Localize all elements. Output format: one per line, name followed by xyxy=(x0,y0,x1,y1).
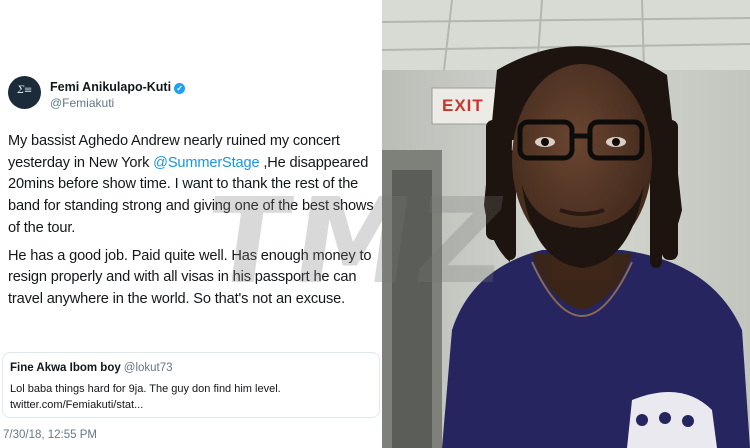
photo: EXIT xyxy=(382,0,750,448)
tweet-paragraph: My bassist Aghedo Andrew nearly ruined m… xyxy=(8,131,380,240)
quoted-author-name: Fine Akwa Ibom boy xyxy=(10,362,121,374)
display-name[interactable]: Femi Anikulapo-Kuti ✓ xyxy=(50,80,186,94)
tweet-paragraph: He has a good job. Paid quite well. Has … xyxy=(8,247,372,307)
verified-badge-icon: ✓ xyxy=(174,83,186,94)
user-handle[interactable]: @Femiakuti xyxy=(50,96,114,110)
quoted-text: Lol baba things hard for 9ja. The guy do… xyxy=(10,381,370,413)
quoted-text-line: Lol baba things hard for 9ja. The guy do… xyxy=(10,383,281,395)
quoted-author-handle: @lokut73 xyxy=(123,362,173,374)
tweet-text: My bassist Aghedo Andrew nearly ruined m… xyxy=(8,131,380,317)
mention-link[interactable]: @SummerStage xyxy=(153,155,259,171)
avatar[interactable]: Ʃ≡ xyxy=(8,76,41,109)
tweet-timestamp[interactable]: 7/30/18, 12:55 PM xyxy=(3,429,97,441)
exit-sign: EXIT xyxy=(442,96,484,115)
quoted-author: Fine Akwa Ibom boy @lokut73 xyxy=(10,362,173,374)
photo-illustration xyxy=(382,0,750,448)
display-name-text: Femi Anikulapo-Kuti xyxy=(50,80,172,94)
avatar-logo: Ʃ≡ xyxy=(17,85,32,96)
tweet-card: Ʃ≡ Femi Anikulapo-Kuti ✓ @Femiakuti My ba… xyxy=(0,0,382,448)
quoted-link[interactable]: twitter.com/Femiakuti/stat... xyxy=(10,397,370,413)
quoted-tweet[interactable]: Fine Akwa Ibom boy @lokut73 Lol baba thin… xyxy=(2,352,380,418)
